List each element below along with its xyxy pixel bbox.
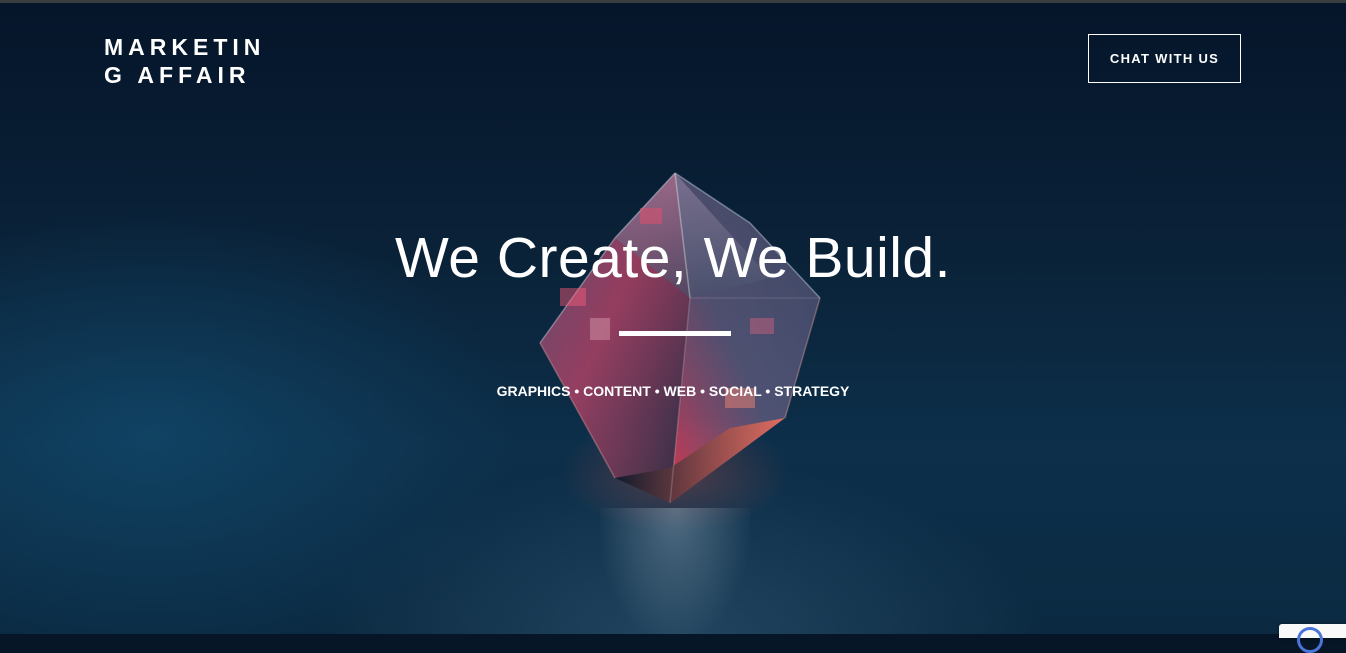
hero-section: MARKETING AFFAIR CHAT WITH US We Create,… bbox=[0, 3, 1346, 634]
headline-divider bbox=[619, 331, 731, 336]
recaptcha-badge[interactable] bbox=[1279, 624, 1346, 653]
chat-with-us-button[interactable]: CHAT WITH US bbox=[1088, 34, 1241, 83]
browser-top-border bbox=[0, 0, 1346, 3]
services-tagline: GRAPHICS • CONTENT • WEB • SOCIAL • STRA… bbox=[496, 383, 850, 399]
site-logo[interactable]: MARKETING AFFAIR bbox=[104, 33, 279, 89]
crystal-cube-image bbox=[539, 172, 821, 504]
recaptcha-icon bbox=[1297, 627, 1323, 653]
cube-reflection bbox=[600, 508, 750, 634]
hero-headline: We Create, We Build. bbox=[395, 226, 951, 290]
